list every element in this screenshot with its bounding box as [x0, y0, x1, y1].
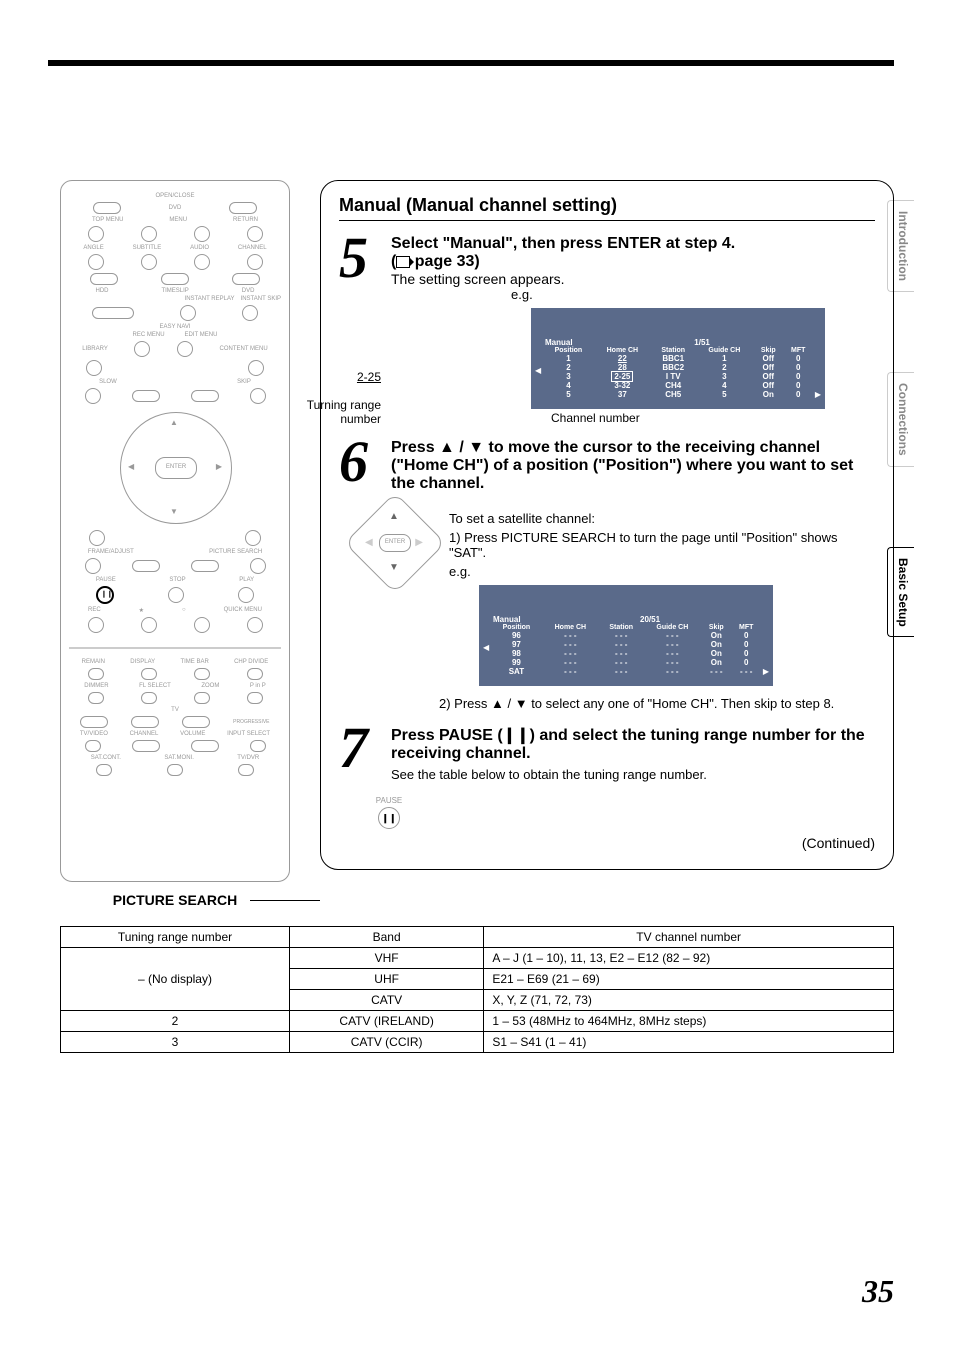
osd-screen-1: ◀ ▶ Manual1/51 PositionHome CH StationGu… [531, 308, 825, 409]
remote-column: OPEN/CLOSE DVD TOP MENUMENURETURN ANGLES… [60, 180, 290, 908]
pause-button-icon: PAUSE ❙❙ [369, 796, 409, 829]
step5-sub: The setting screen appears. [391, 271, 875, 287]
cell-no-display: – (No display) [61, 948, 290, 1011]
th-tuning-range: Tuning range number [61, 927, 290, 948]
eg-label: e.g. [511, 287, 875, 302]
step7-heading: Press PAUSE (❙❙) and select the tuning r… [391, 725, 875, 763]
sat-step-1: 1) Press PICTURE SEARCH to turn the page… [449, 530, 875, 560]
sat-intro: To set a satellite channel: [449, 511, 875, 526]
panel-title: Manual (Manual channel setting) [339, 195, 875, 221]
remote-enter-button: ENTER [155, 457, 197, 479]
step5-heading: Select "Manual", then press ENTER at ste… [391, 235, 875, 271]
step7-sub: See the table below to obtain the tuning… [391, 767, 875, 782]
dpad-icon: ▲ ▼ ◀ ▶ ENTER [359, 507, 429, 577]
turning-range-label: Turning range number [291, 398, 381, 426]
remote-pause-button: ❙❙ [96, 586, 114, 604]
remote-illustration: OPEN/CLOSE DVD TOP MENUMENURETURN ANGLES… [60, 180, 290, 882]
step-5: 5 Select "Manual", then press ENTER at s… [339, 235, 875, 415]
osd-screen-2: ◀ ▶ Manual20/51 PositionHome CH StationG… [479, 585, 773, 686]
turning-range-value: 2-25 [291, 370, 381, 384]
th-tv-channel: TV channel number [484, 927, 894, 948]
step-6: 6 Press ▲ / ▼ to move the cursor to the … [339, 439, 875, 493]
page: Introduction Connections Basic Setup OPE… [0, 0, 954, 1350]
page-number: 35 [862, 1273, 894, 1310]
step-number-5: 5 [339, 235, 383, 415]
tuning-range-table: Tuning range number Band TV channel numb… [60, 926, 894, 1053]
osd-right-arrow-icon-2: ▶ [763, 667, 769, 676]
picture-search-callout: PICTURE SEARCH [60, 892, 290, 908]
instruction-panel: Manual (Manual channel setting) 5 Select… [320, 180, 894, 870]
osd-left-arrow-icon-2: ◀ [483, 643, 489, 652]
sat-step-2: 2) Press ▲ / ▼ to select any one of "Hom… [439, 696, 875, 711]
continued-label: (Continued) [339, 835, 875, 851]
step6-heading: Press ▲ / ▼ to move the cursor to the re… [391, 439, 875, 493]
eg-label-2: e.g. [449, 564, 875, 579]
step-7: 7 Press PAUSE (❙❙) and select the tuning… [339, 725, 875, 782]
step-number-7: 7 [339, 725, 383, 782]
osd-right-arrow-icon: ▶ [815, 390, 821, 399]
ref-arrow-icon [396, 256, 410, 268]
channel-number-label: Channel number [551, 411, 640, 425]
osd-left-arrow-icon: ◀ [535, 366, 541, 375]
remote-dpad: ▲ ▼ ◀ ▶ ENTER [120, 412, 230, 522]
th-band: Band [289, 927, 483, 948]
step-number-6: 6 [339, 439, 383, 493]
header-bar [48, 60, 894, 66]
